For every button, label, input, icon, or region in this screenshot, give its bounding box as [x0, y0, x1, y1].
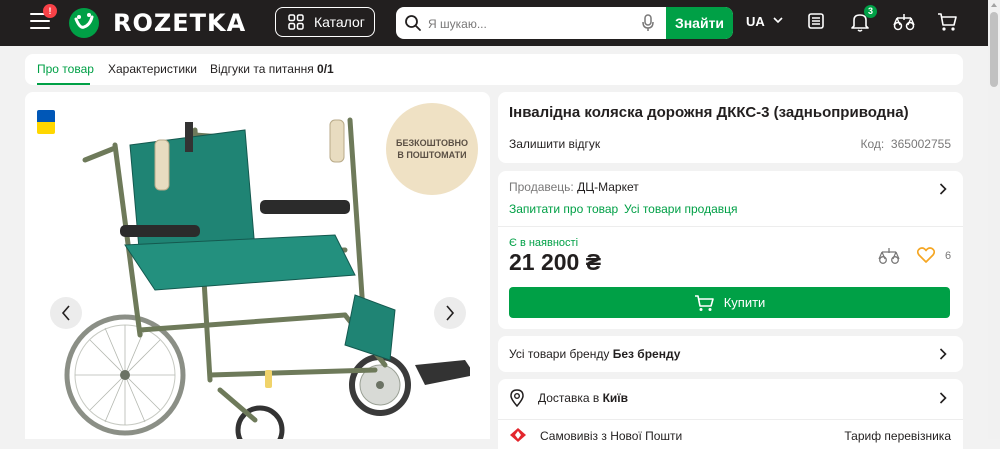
delivery-label: Доставка в — [538, 391, 600, 405]
language-selector[interactable]: UA — [746, 14, 765, 29]
buy-button[interactable]: Купити — [509, 287, 950, 318]
product-title-panel: Інвалідна коляска дорожня ДККС-3 (задньо… — [498, 92, 963, 163]
purchase-block: Є в наявності 21 200 ₴ 6 Купити — [498, 227, 963, 329]
product-code: Код: 365002755 — [861, 137, 952, 151]
compare-scales-icon[interactable] — [878, 247, 900, 265]
tab-about[interactable]: Про товар — [37, 62, 94, 76]
chevron-right-icon[interactable] — [939, 392, 947, 404]
location-pin-icon — [510, 389, 524, 407]
product-code-value: 365002755 — [890, 137, 951, 151]
catalog-label: Каталог — [314, 14, 365, 30]
price-value: 21 200 — [509, 249, 580, 275]
availability-status: Є в наявності — [509, 237, 579, 249]
tab-reviews[interactable]: Відгуки та питання 0/1 — [210, 62, 334, 76]
product-code-label: Код: — [860, 137, 885, 151]
brand-label: Усі товари бренду — [509, 347, 610, 361]
notifications-badge: 3 — [864, 5, 877, 18]
logo-text[interactable]: ROZETKA — [113, 9, 246, 37]
orders-list-icon[interactable] — [807, 12, 825, 30]
cart-icon — [694, 294, 714, 311]
seller-name[interactable]: ДЦ-Маркет — [577, 180, 639, 194]
product-price: 21 200 ₴ — [509, 249, 601, 276]
seller-label: Продавець: — [509, 180, 574, 194]
chevron-right-icon[interactable] — [939, 183, 947, 195]
tab-characteristics[interactable]: Характеристики — [108, 62, 197, 76]
delivery-city: Київ — [602, 391, 629, 405]
scroll-up-icon[interactable] — [991, 3, 997, 7]
search-icon — [405, 15, 421, 31]
carrier-tariff: Тариф перевізника — [844, 429, 951, 443]
menu-alert-badge: ! — [43, 4, 57, 18]
active-tab-indicator — [37, 83, 90, 85]
product-title: Інвалідна коляска дорожня ДККС-3 (задньо… — [509, 104, 909, 121]
gallery-next-button[interactable] — [434, 297, 466, 329]
tab-reviews-count: 0/1 — [317, 62, 334, 76]
microphone-icon[interactable] — [642, 14, 654, 32]
page-scrollbar[interactable] — [988, 0, 1000, 439]
search-input[interactable] — [426, 13, 635, 35]
brand-link[interactable]: Усі товари бренду Без бренду — [509, 347, 680, 361]
chevron-right-icon — [446, 305, 455, 321]
brand-panel[interactable]: Усі товари бренду Без бренду — [498, 336, 963, 372]
promo-line-1: БЕЗКОШТОВНО — [396, 138, 468, 148]
top-header: ! ROZETKA Каталог Знайти UA — [0, 0, 988, 46]
seller-price-panel: Продавець: ДЦ-Маркет Запитати про товар … — [498, 171, 963, 329]
price-currency: ₴ — [585, 249, 602, 275]
chevron-right-icon[interactable] — [939, 348, 947, 360]
leave-review-link[interactable]: Залишити відгук — [509, 137, 600, 151]
heart-icon[interactable] — [917, 247, 935, 263]
product-gallery: БЕЗКОШТОВНО В ПОШТОМАТИ — [25, 92, 490, 439]
free-delivery-promo-badge[interactable]: БЕЗКОШТОВНО В ПОШТОМАТИ — [386, 103, 478, 195]
buy-button-label: Купити — [723, 295, 766, 310]
grid-icon — [288, 14, 304, 30]
promo-line-2: В ПОШТОМАТИ — [397, 150, 467, 160]
brand-name: Без бренду — [612, 347, 681, 361]
rozetka-logo-icon[interactable] — [68, 7, 100, 39]
search-button[interactable]: Знайти — [666, 7, 733, 39]
compare-scales-icon[interactable] — [893, 12, 915, 32]
ask-seller-link[interactable]: Запитати про товар — [509, 202, 618, 216]
gallery-prev-button[interactable] — [50, 297, 82, 329]
nova-poshta-icon — [510, 428, 526, 442]
favorites-count: 6 — [945, 250, 952, 262]
scroll-thumb[interactable] — [990, 12, 998, 87]
cart-icon[interactable] — [937, 12, 957, 32]
divider — [498, 419, 963, 420]
tab-reviews-label: Відгуки та питання — [210, 62, 314, 76]
pickup-option[interactable]: Самовивіз з Нової Пошти — [540, 429, 682, 443]
catalog-button[interactable]: Каталог — [275, 7, 375, 37]
search-bar: Знайти — [396, 7, 733, 39]
chevron-left-icon — [61, 305, 70, 321]
seller-info: Продавець: ДЦ-Маркет — [509, 180, 639, 194]
chevron-down-icon[interactable] — [773, 16, 783, 24]
all-seller-goods-link[interactable]: Усі товари продавця — [624, 202, 737, 216]
delivery-city-selector[interactable]: Доставка в Київ — [538, 391, 628, 405]
product-tabs: Про товар Характеристики Відгуки та пита… — [25, 54, 963, 85]
